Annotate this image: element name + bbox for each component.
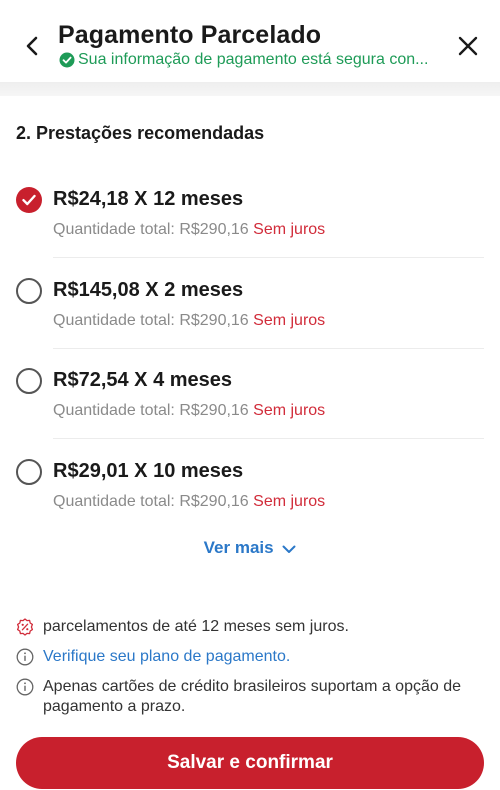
installment-total: Quantidade total: R$290,16 Sem juros <box>53 402 325 420</box>
installment-label: R$145,08 X 2 meses <box>53 279 244 301</box>
installment-total: Quantidade total: R$290,16 Sem juros <box>53 312 325 330</box>
notice-text: Apenas cartões de crédito brasileiros su… <box>43 678 462 715</box>
installment-label: R$29,01 X 10 meses <box>53 460 244 482</box>
close-icon <box>458 36 478 56</box>
show-more-label: Ver mais <box>203 538 274 557</box>
save-confirm-button[interactable]: Salvar e confirmar <box>16 737 484 789</box>
installment-option-10[interactable]: R$29,01 X 10 meses Quantidade total: R$2… <box>0 457 500 547</box>
header: Pagamento Parcelado Sua informação de pa… <box>0 0 500 86</box>
installment-option-12[interactable]: R$24,18 X 12 meses Quantidade total: R$2… <box>0 185 500 275</box>
interest-free-tag: Sem juros <box>253 402 326 419</box>
show-more-link[interactable]: Ver mais <box>0 538 500 559</box>
verify-plan-link[interactable]: Verifique seu plano de pagamento. <box>43 647 290 667</box>
section-title: 2. Prestações recomendadas <box>16 123 265 143</box>
divider <box>53 348 484 349</box>
installment-label: R$24,18 X 12 meses <box>53 188 244 210</box>
total-amount: Quantidade total: R$290,16 <box>53 312 249 329</box>
interest-free-tag: Sem juros <box>253 493 326 510</box>
close-button[interactable] <box>452 30 484 62</box>
interest-free-tag: Sem juros <box>253 312 326 329</box>
back-button[interactable] <box>18 32 46 60</box>
installment-total: Quantidade total: R$290,16 Sem juros <box>53 493 325 511</box>
verify-plan-info: Verifique seu plano de pagamento. <box>16 647 486 667</box>
installment-total: Quantidade total: R$290,16 Sem juros <box>53 221 325 239</box>
total-amount: Quantidade total: R$290,16 <box>53 493 249 510</box>
total-amount: Quantidade total: R$290,16 <box>53 221 249 238</box>
shield-check-icon <box>59 52 75 68</box>
radio-unselected[interactable] <box>16 278 42 304</box>
interest-free-tag: Sem juros <box>253 221 326 238</box>
checkmark-icon <box>22 194 36 206</box>
promo-text: parcelamentos de até 12 meses sem juros. <box>43 618 349 635</box>
installment-label: R$72,54 X 4 meses <box>53 369 233 391</box>
header-divider-band <box>0 82 500 96</box>
info-icon <box>16 678 34 696</box>
radio-selected[interactable] <box>16 187 42 213</box>
radio-unselected[interactable] <box>16 459 42 485</box>
radio-unselected[interactable] <box>16 368 42 394</box>
page-title: Pagamento Parcelado <box>58 21 322 49</box>
brazil-cards-notice: Apenas cartões de crédito brasileiros su… <box>16 677 486 717</box>
total-amount: Quantidade total: R$290,16 <box>53 402 249 419</box>
divider <box>53 438 484 439</box>
back-arrow-icon <box>26 36 38 56</box>
promo-info: parcelamentos de até 12 meses sem juros. <box>16 617 486 637</box>
installment-option-4[interactable]: R$72,54 X 4 meses Quantidade total: R$29… <box>0 366 500 456</box>
discount-badge-icon <box>16 618 34 636</box>
chevron-down-icon <box>282 539 296 559</box>
installment-option-2[interactable]: R$145,08 X 2 meses Quantidade total: R$2… <box>0 276 500 366</box>
secure-text: Sua informação de pagamento está segura … <box>78 51 429 68</box>
info-icon <box>16 648 34 666</box>
divider <box>53 257 484 258</box>
secure-payment-notice: Sua informação de pagamento está segura … <box>59 51 451 69</box>
